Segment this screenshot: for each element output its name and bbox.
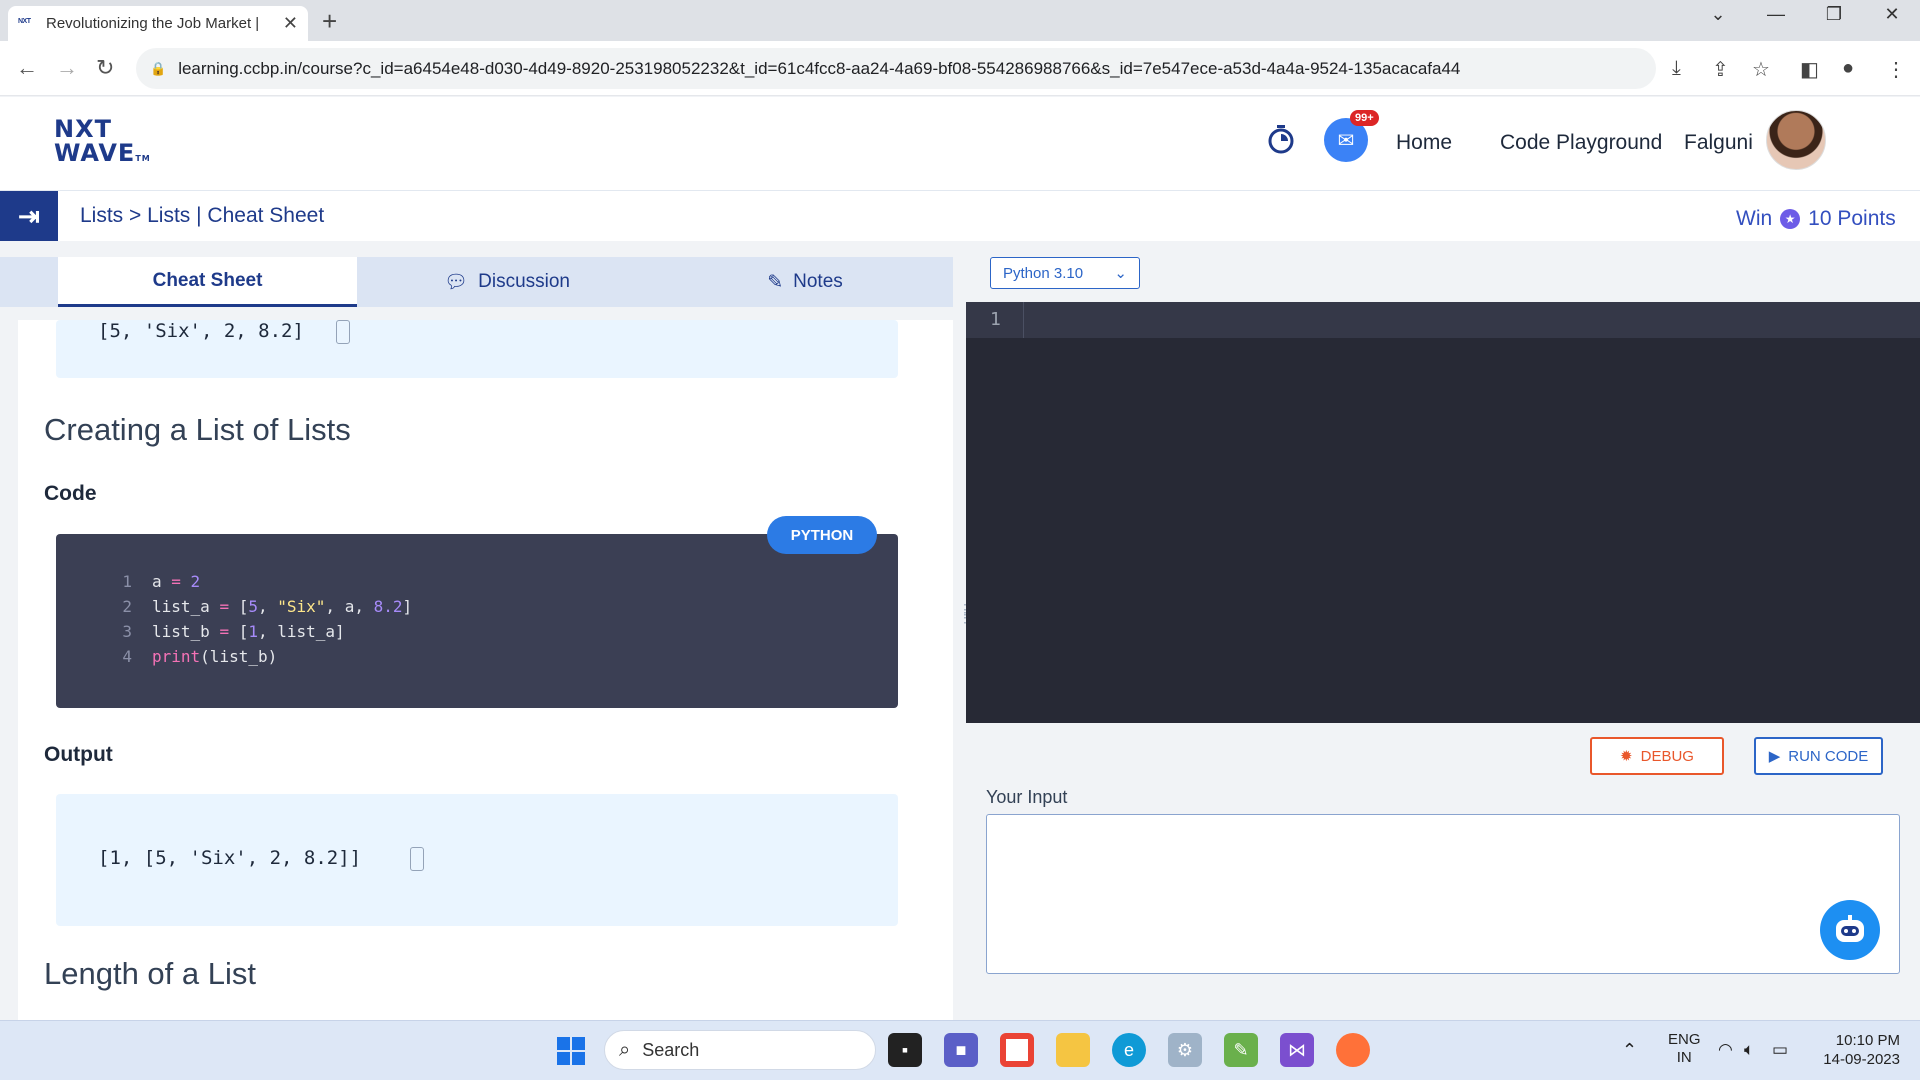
forward-icon[interactable]: → [56, 55, 78, 81]
tab-cheat-sheet[interactable]: Cheat Sheet [58, 257, 357, 307]
close-tab-icon[interactable]: ✕ [283, 13, 298, 34]
output-label: Output [44, 743, 113, 766]
stdin-input[interactable] [986, 814, 1900, 974]
code-line: 3 list_b = [1, list_a] [122, 622, 345, 641]
avatar[interactable] [1766, 110, 1826, 170]
nxtwave-logo[interactable]: NXT WAVETM [54, 117, 151, 171]
bug-icon: ✹ [1620, 748, 1633, 765]
active-line-highlight [966, 302, 1920, 338]
code-line: 1a = 2 [122, 572, 201, 591]
volume-icon[interactable]: 🔈︎ [1744, 1040, 1754, 1060]
previous-output-box: [5, 'Six', 2, 8.2] [56, 320, 898, 378]
profile-icon[interactable]: ● [1842, 57, 1854, 80]
clock[interactable]: 10:10 PM 14-09-2023 [1820, 1031, 1900, 1069]
firefox-icon[interactable] [1336, 1033, 1370, 1067]
output-box: [1, [5, 'Six', 2, 8.2]] [56, 794, 898, 926]
previous-output-text: [5, 'Six', 2, 8.2] [98, 320, 304, 342]
close-window-icon[interactable]: ✕ [1872, 4, 1912, 25]
chatbot-icon[interactable] [1820, 900, 1880, 960]
line-number: 1 [990, 309, 1001, 330]
chrome-icon[interactable] [1000, 1033, 1034, 1067]
input-label: Your Input [986, 787, 1068, 807]
reload-icon[interactable]: ↻ [96, 55, 114, 81]
chevron-down-icon: ⌄ [1114, 265, 1127, 282]
tray-chevron-up-icon[interactable]: ⌃ [1622, 1040, 1637, 1061]
code-editor[interactable] [966, 302, 1920, 723]
tab-notes[interactable]: ✎ Notes [657, 257, 953, 307]
install-app-icon[interactable]: ⤓ [1672, 57, 1681, 80]
edge-icon[interactable]: e [1112, 1033, 1146, 1067]
run-code-button[interactable]: ▶ RUN CODE [1754, 737, 1883, 775]
file-explorer-icon[interactable] [1056, 1033, 1090, 1067]
lock-icon: 🔒 [150, 60, 167, 76]
code-label: Code [44, 482, 97, 505]
minimize-icon[interactable]: — [1756, 4, 1796, 25]
user-name[interactable]: Falguni [1684, 131, 1753, 155]
battery-icon[interactable]: ▭ [1772, 1040, 1788, 1060]
nav-code-playground-link[interactable]: Code Playground [1500, 131, 1662, 155]
notes-icon: ✎ [767, 271, 784, 293]
url-field[interactable]: 🔒 learning.ccbp.in/course?c_id=a6454e48-… [136, 48, 1656, 89]
code-line: 2 list_a = [5, "Six", a, 8.2] [122, 597, 413, 616]
settings-gear-icon[interactable]: ⚙ [1168, 1033, 1202, 1067]
bookmark-star-icon[interactable]: ☆ [1752, 57, 1770, 82]
nav-home-link[interactable]: Home [1396, 131, 1452, 155]
new-tab-icon[interactable]: + [322, 6, 337, 37]
stopwatch-icon[interactable] [1266, 124, 1296, 154]
copy-cursor [410, 847, 424, 871]
code-line: 4 print(list_b) [122, 647, 278, 666]
share-icon[interactable]: ⇪ [1712, 57, 1729, 82]
site-favicon: NXT [18, 17, 31, 25]
browser-tab[interactable]: NXT Revolutionizing the Job Market | ✕ [8, 6, 308, 41]
content-tabs: Cheat Sheet 💬︎ Discussion ✎ Notes [0, 257, 953, 307]
code-block: 1a = 2 2 list_a = [5, "Six", a, 8.2] 3 lis… [56, 534, 898, 708]
debug-button[interactable]: ✹ DEBUG [1590, 737, 1724, 775]
visual-studio-icon[interactable]: ⋈ [1280, 1033, 1314, 1067]
tab-discussion[interactable]: 💬︎ Discussion [357, 257, 657, 307]
browser-menu-icon[interactable]: ⋮ [1886, 57, 1906, 82]
taskbar-search[interactable]: ⌕ Search [604, 1030, 876, 1070]
back-icon[interactable]: ← [16, 55, 38, 81]
chat-bubble-icon: 💬︎ [444, 272, 469, 293]
breadcrumb: Lists > Lists | Cheat Sheet [80, 204, 325, 227]
side-panel-icon[interactable]: ◧ [1800, 57, 1819, 82]
browser-tab-title: Revolutionizing the Job Market | [46, 15, 260, 32]
language-select[interactable]: Python 3.10 ⌄ [990, 257, 1140, 289]
gutter-divider [1023, 302, 1024, 338]
play-icon: ▶ [1768, 748, 1781, 765]
section-heading: Length of a List [44, 956, 256, 991]
wifi-icon[interactable]: ◠ [1718, 1040, 1733, 1060]
windows-start-icon[interactable] [556, 1036, 586, 1066]
points-star-icon: ★ [1780, 209, 1801, 229]
panel-resize-handle[interactable]: ⋮ ⋮ [958, 602, 972, 655]
language-badge: PYTHON [767, 516, 877, 554]
url-text: learning.ccbp.in/course?c_id=a6454e48-d0… [178, 58, 1461, 78]
restore-icon[interactable]: ❐ [1814, 4, 1854, 25]
paint-icon[interactable]: ✎ [1224, 1033, 1258, 1067]
cheat-sheet-content: [5, 'Six', 2, 8.2] Creating a List of Li… [18, 320, 953, 1020]
output-text: [1, [5, 'Six', 2, 8.2]] [98, 847, 362, 869]
input-language[interactable]: ENG IN [1668, 1031, 1701, 1067]
sidebar-expand-icon[interactable]: ⇥ [0, 191, 58, 241]
task-view-icon[interactable]: ▪ [888, 1033, 922, 1067]
tab-search-chevron-icon[interactable]: ⌄ [1698, 4, 1738, 25]
reward-points: Win ★ 10 Points [1736, 207, 1896, 230]
copy-cursor [336, 320, 350, 344]
section-heading: Creating a List of Lists [44, 412, 351, 447]
notification-badge: 99+ [1350, 110, 1379, 126]
search-icon: ⌕ [619, 1038, 631, 1061]
teams-chat-icon[interactable]: ■ [944, 1033, 978, 1067]
